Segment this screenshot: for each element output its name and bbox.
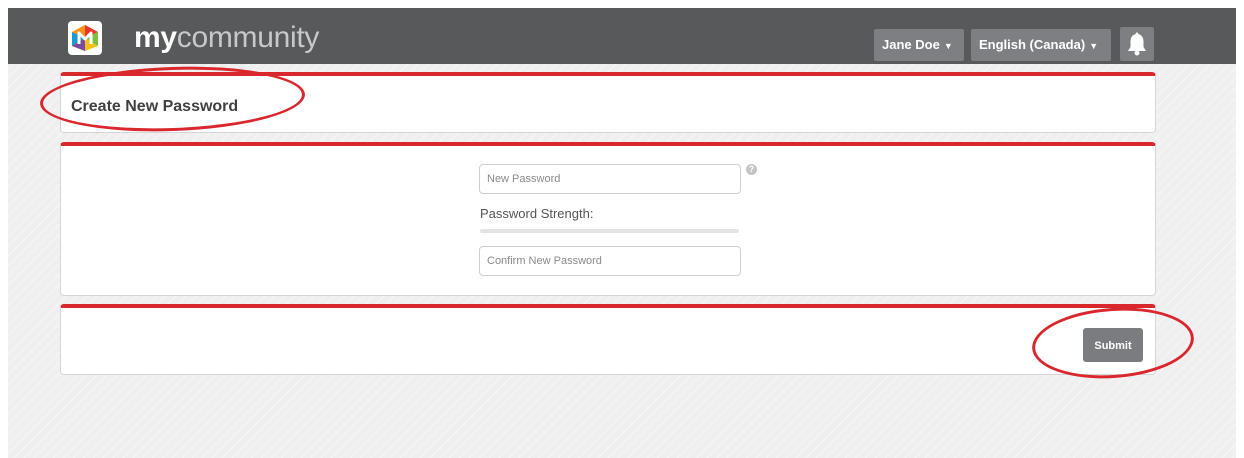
- user-menu-button[interactable]: Jane Doe ▼: [874, 29, 964, 61]
- form-actions-panel: Submit: [60, 304, 1156, 375]
- notifications-button[interactable]: [1120, 27, 1154, 61]
- question-icon[interactable]: ?: [746, 164, 757, 175]
- password-strength-meter: [480, 229, 739, 233]
- new-password-input[interactable]: [479, 164, 741, 194]
- user-menu-label: Jane Doe: [882, 37, 940, 52]
- brand-name-light: community: [176, 21, 320, 54]
- language-menu-button[interactable]: English (Canada) ▼: [971, 29, 1111, 61]
- page-title: Create New Password: [71, 98, 239, 115]
- bell-icon: [1128, 32, 1146, 56]
- brand-name[interactable]: mycommunity: [134, 20, 319, 56]
- top-navigation-bar: mycommunity Jane Doe ▼ English (Canada) ▼: [8, 8, 1236, 64]
- page-title-panel: Create New Password: [60, 72, 1156, 133]
- chevron-down-icon: ▼: [943, 41, 953, 51]
- mycommunity-logo-icon[interactable]: [68, 21, 102, 55]
- confirm-password-input[interactable]: [479, 246, 741, 276]
- language-menu-label: English (Canada): [979, 37, 1086, 52]
- password-strength-label: Password Strength:: [480, 206, 594, 221]
- submit-button[interactable]: Submit: [1083, 328, 1143, 362]
- brand-name-bold: my: [134, 21, 177, 54]
- password-form-panel: ? Password Strength:: [60, 142, 1156, 296]
- chevron-down-icon: ▼: [1089, 41, 1099, 51]
